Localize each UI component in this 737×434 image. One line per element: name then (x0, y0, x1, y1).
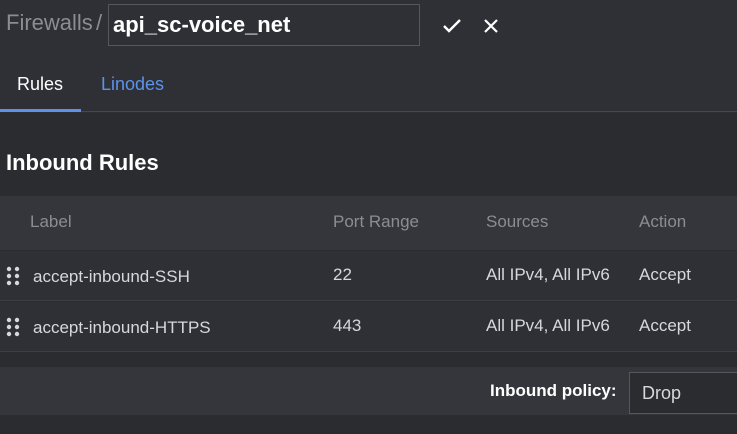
rule-action: Accept (639, 265, 691, 284)
inbound-policy-label: Inbound policy: (490, 381, 617, 400)
rule-port-range: 22 (333, 265, 352, 284)
inbound-policy-bar: Inbound policy: Drop (0, 367, 737, 415)
drag-handle-icon[interactable] (6, 316, 20, 338)
tab-bar: Rules Linodes (0, 56, 737, 112)
column-header-label[interactable]: Label (30, 212, 72, 232)
inbound-policy-select[interactable]: Drop (629, 372, 737, 414)
rule-sources: All IPv4, All IPv6 (486, 316, 610, 335)
breadcrumb-separator: / (96, 10, 103, 35)
table-row: accept-inbound-HTTPS 443 All IPv4, All I… (0, 302, 737, 352)
inbound-rules-title: Inbound Rules (6, 150, 159, 175)
confirm-rename-button[interactable] (440, 14, 464, 38)
table-row: accept-inbound-SSH 22 All IPv4, All IPv6… (0, 251, 737, 301)
check-icon (443, 19, 461, 33)
tab-linodes[interactable]: Linodes (101, 74, 164, 95)
drag-handle-icon[interactable] (6, 265, 20, 287)
column-header-port-range[interactable]: Port Range (333, 212, 419, 232)
page-header: Firewalls / (0, 0, 737, 52)
firewall-name-input[interactable] (108, 4, 420, 46)
inbound-policy-value: Drop (642, 383, 682, 403)
rule-action: Accept (639, 316, 691, 335)
active-tab-indicator (0, 109, 81, 112)
rule-port-range: 443 (333, 316, 362, 335)
rule-sources: All IPv4, All IPv6 (486, 265, 610, 284)
close-icon (484, 19, 498, 33)
cancel-rename-button[interactable] (479, 14, 503, 38)
rule-label: accept-inbound-HTTPS (33, 318, 211, 337)
rule-label: accept-inbound-SSH (33, 267, 190, 286)
column-header-sources[interactable]: Sources (486, 212, 548, 232)
table-header: Label Port Range Sources Action (0, 196, 737, 250)
tab-rules[interactable]: Rules (17, 74, 63, 95)
column-header-action[interactable]: Action (639, 212, 686, 232)
breadcrumb-firewalls[interactable]: Firewalls (6, 10, 93, 36)
